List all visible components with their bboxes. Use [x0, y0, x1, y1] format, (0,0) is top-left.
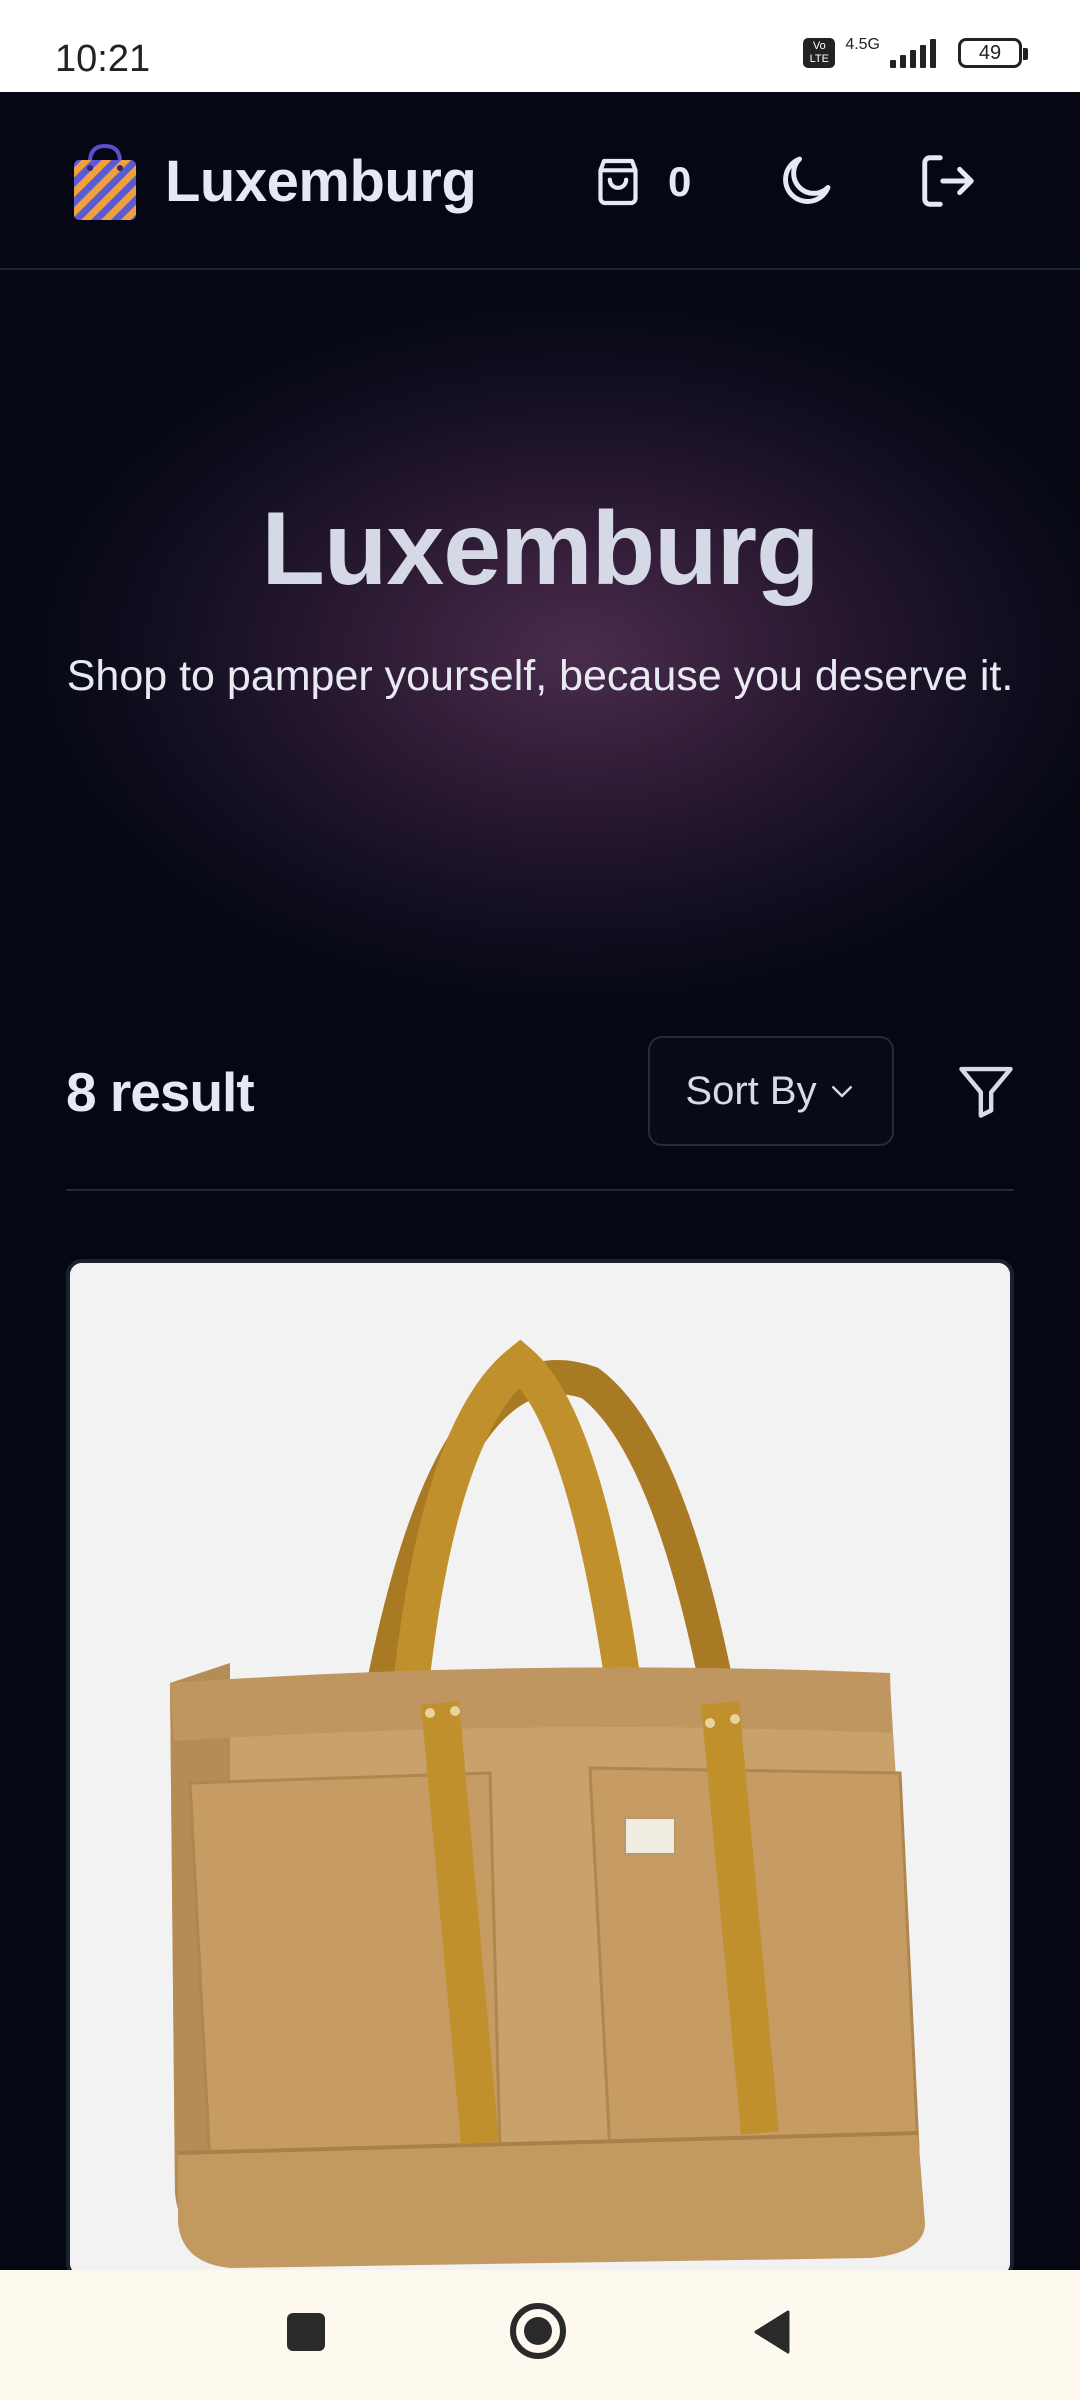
shopping-bag-logo-icon[interactable] [70, 142, 140, 222]
network-type: 4.5G [845, 36, 880, 53]
logout-icon[interactable] [915, 150, 981, 212]
app-header: Luxemburg 0 [0, 92, 1080, 270]
status-icons: Vo LTE 4.5G 49 [803, 36, 1028, 68]
chevron-down-icon [831, 1086, 852, 1098]
moon-icon[interactable] [775, 150, 837, 212]
status-time: 10:21 [55, 38, 151, 80]
home-icon[interactable] [510, 2303, 566, 2359]
hero-title: Luxemburg [261, 491, 819, 607]
status-bar: 10:21 Vo LTE 4.5G 49 [0, 0, 1080, 92]
back-icon[interactable] [752, 2310, 792, 2354]
brand-name[interactable]: Luxemburg [165, 148, 477, 215]
filter-icon[interactable] [955, 1060, 1017, 1122]
hero-section: Luxemburg Shop to pamper yourself, becau… [0, 272, 1080, 992]
sort-by-label: Sort By [685, 1068, 817, 1113]
cart-icon [598, 158, 638, 206]
cart-button[interactable]: 0 [590, 154, 715, 210]
signal-icon [890, 38, 936, 68]
results-count: 8 result [66, 1061, 255, 1123]
battery-icon: 49 [958, 38, 1028, 68]
cart-count: 0 [668, 158, 692, 205]
hero-subtitle: Shop to pamper yourself, because you des… [66, 652, 1014, 700]
volte-icon: Vo LTE [803, 38, 836, 68]
sort-by-button[interactable]: Sort By [648, 1036, 894, 1146]
product-image-tote-bag [70, 1263, 1010, 2275]
recents-icon[interactable] [287, 2313, 325, 2351]
product-card[interactable] [66, 1259, 1014, 2279]
system-nav-bar [0, 2270, 1080, 2400]
divider [66, 1189, 1014, 1191]
